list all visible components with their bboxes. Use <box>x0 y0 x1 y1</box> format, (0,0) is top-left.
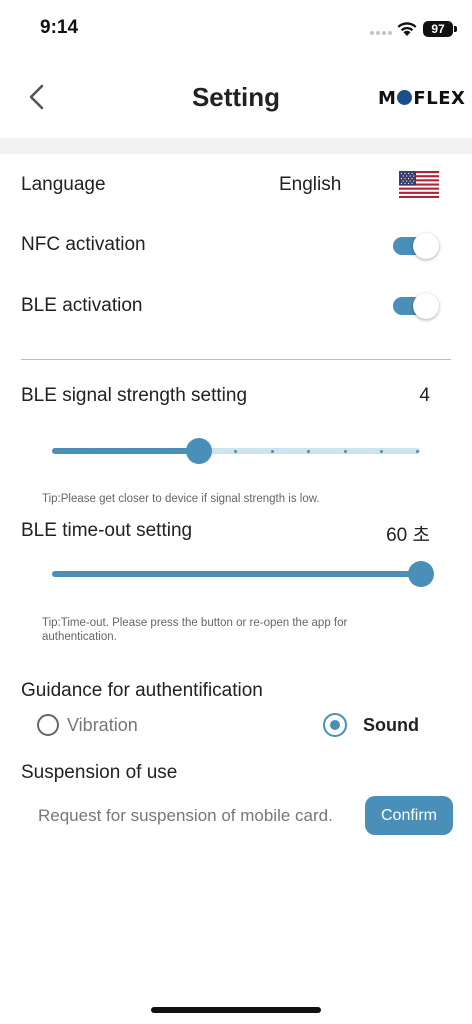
guidance-title: Guidance for authentification <box>21 680 263 701</box>
slider-step-dot <box>416 449 419 453</box>
slider-step-dot <box>271 449 274 453</box>
timeout-tip: Tip:Time-out. Please press the button or… <box>42 617 348 643</box>
language-value[interactable]: English <box>279 174 341 196</box>
slider-step-dot <box>234 449 237 453</box>
vibration-label[interactable]: Vibration <box>67 715 138 736</box>
brand-logo: M FLEX <box>378 88 465 109</box>
language-label: Language <box>21 174 106 195</box>
slider-step-dot <box>125 449 128 453</box>
us-flag-icon[interactable] <box>399 171 439 198</box>
vibration-radio[interactable] <box>37 714 59 736</box>
timeout-value: 60 초 <box>386 525 430 546</box>
signal-strength-value: 4 <box>419 385 430 406</box>
timeout-slider-thumb[interactable] <box>408 561 434 587</box>
signal-strength-slider-thumb[interactable] <box>186 438 212 464</box>
suspension-title: Suspension of use <box>21 762 178 783</box>
suspension-description: Request for suspension of mobile card. <box>38 806 333 825</box>
ble-activation-toggle[interactable] <box>393 293 439 319</box>
home-indicator <box>151 1007 321 1013</box>
slider-step-dot <box>307 449 310 453</box>
nfc-activation-label: NFC activation <box>21 234 146 255</box>
cellular-signal-icon <box>370 31 392 35</box>
nfc-logo-icon <box>397 90 413 105</box>
sound-label[interactable]: Sound <box>363 715 419 736</box>
slider-step-dot <box>162 449 165 453</box>
section-divider <box>21 359 451 360</box>
battery-tip <box>454 26 457 32</box>
status-time: 9:14 <box>40 17 79 38</box>
confirm-button[interactable]: Confirm <box>365 796 453 835</box>
timeout-slider-fill <box>52 571 420 577</box>
wifi-icon <box>397 22 417 36</box>
slider-step-dot <box>380 449 383 453</box>
ble-activation-label: BLE activation <box>21 295 143 316</box>
brand-logo-prefix: M <box>378 88 397 109</box>
slider-step-dot <box>89 449 92 453</box>
header-divider <box>0 138 472 154</box>
signal-strength-tip: Tip:Please get closer to device if signa… <box>42 493 320 505</box>
sound-radio[interactable] <box>323 713 347 737</box>
battery-indicator: 97 <box>423 21 453 37</box>
ble-toggle-thumb <box>413 293 439 319</box>
nfc-activation-toggle[interactable] <box>393 233 439 259</box>
timeout-label: BLE time-out setting <box>21 520 193 541</box>
slider-step-dot <box>344 449 347 453</box>
brand-logo-suffix: FLEX <box>413 88 466 109</box>
signal-strength-label: BLE signal strength setting <box>21 385 248 406</box>
nfc-toggle-thumb <box>413 233 439 259</box>
